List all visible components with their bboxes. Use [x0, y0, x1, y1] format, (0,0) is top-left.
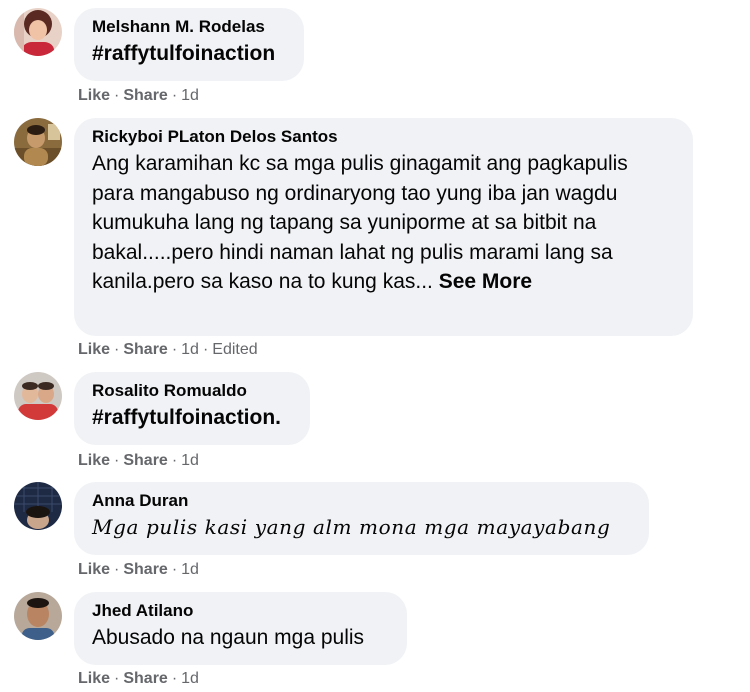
like-button[interactable]: Like: [78, 452, 110, 469]
share-button[interactable]: Share: [123, 670, 167, 687]
avatar[interactable]: [14, 8, 62, 56]
comment-actions: Like · Share · 1d: [78, 87, 199, 104]
timestamp[interactable]: 1d: [181, 341, 199, 358]
comment-bubble: Melshann M. Rodelas #raffytulfoinaction: [74, 8, 304, 81]
comment-actions: Like · Share · 1d: [78, 561, 199, 578]
comment-bubble: Anna Duran Mga pulis kasi yang alm mona …: [74, 482, 649, 555]
timestamp[interactable]: 1d: [181, 670, 199, 687]
avatar[interactable]: [14, 372, 62, 420]
share-button[interactable]: Share: [123, 561, 167, 578]
comment-actions: Like · Share · 1d: [78, 670, 199, 687]
comment-text[interactable]: Abusado na ngaun mga pulis: [92, 623, 389, 653]
like-button[interactable]: Like: [78, 341, 110, 358]
share-button[interactable]: Share: [123, 87, 167, 104]
timestamp[interactable]: 1d: [181, 452, 199, 469]
comment-actions: Like · Share · 1d · Edited: [78, 341, 258, 358]
edited-label: Edited: [212, 341, 258, 358]
like-button[interactable]: Like: [78, 670, 110, 687]
avatar[interactable]: [14, 592, 62, 640]
comment-text[interactable]: #raffytulfoinaction.: [92, 403, 292, 433]
like-button[interactable]: Like: [78, 561, 110, 578]
comment-author[interactable]: Rosalito Romualdo: [92, 381, 292, 401]
comment-text[interactable]: Ang karamihan kc sa mga pulis ginagamit …: [92, 149, 675, 297]
timestamp[interactable]: 1d: [181, 87, 199, 104]
comment-bubble: Rickyboi PLaton Delos Santos Ang karamih…: [74, 118, 693, 336]
share-button[interactable]: Share: [123, 341, 167, 358]
comment-bubble: Jhed Atilano Abusado na ngaun mga pulis: [74, 592, 407, 665]
comment-author[interactable]: Jhed Atilano: [92, 601, 389, 621]
comment-author[interactable]: Melshann M. Rodelas: [92, 17, 286, 37]
comment-text[interactable]: Mga pulis kasi yang alm mona mga mayayab…: [92, 513, 631, 543]
like-button[interactable]: Like: [78, 87, 110, 104]
avatar[interactable]: [14, 482, 62, 530]
comment-author[interactable]: Anna Duran: [92, 491, 631, 511]
comment-actions: Like · Share · 1d: [78, 452, 199, 469]
avatar[interactable]: [14, 118, 62, 166]
comment-author[interactable]: Rickyboi PLaton Delos Santos: [92, 127, 675, 147]
timestamp[interactable]: 1d: [181, 561, 199, 578]
share-button[interactable]: Share: [123, 452, 167, 469]
comment-bubble: Rosalito Romualdo #raffytulfoinaction.: [74, 372, 310, 445]
see-more-link[interactable]: See More: [439, 270, 532, 293]
comment-text[interactable]: #raffytulfoinaction: [92, 39, 286, 69]
